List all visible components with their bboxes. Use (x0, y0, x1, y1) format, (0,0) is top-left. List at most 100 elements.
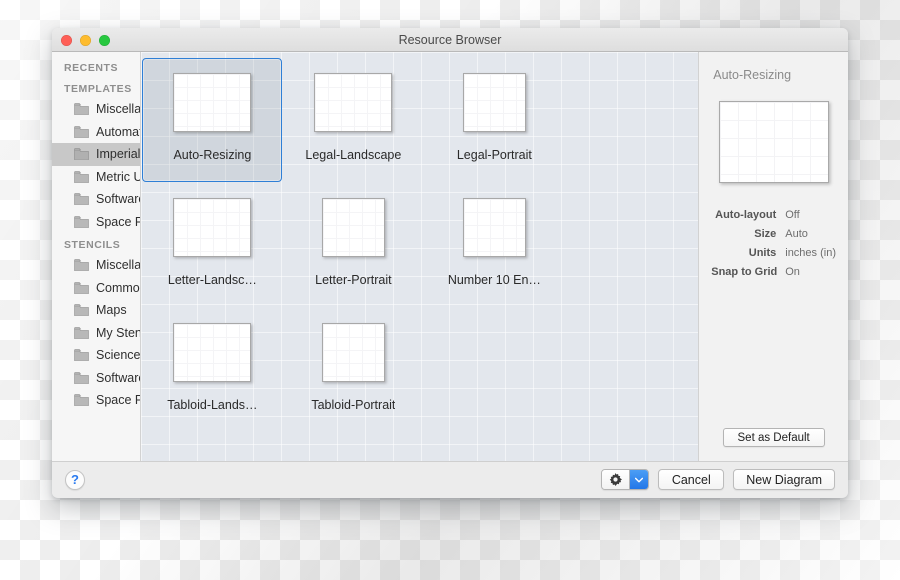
template-label: Letter-Portrait (315, 273, 391, 287)
folder-icon (74, 304, 89, 316)
template-item-auto-resizing[interactable]: Auto-Resizing (142, 58, 282, 182)
sidebar-item-label: Common (96, 281, 141, 295)
set-default-wrap: Set as Default (699, 428, 848, 447)
sidebar-group-templates: TEMPLATES Miscellaneous Automatic Layout… (52, 83, 140, 233)
template-label: Tabloid-Portrait (311, 398, 395, 412)
sidebar-item-my-stencils[interactable]: My Stencils (52, 322, 140, 345)
folder-icon (74, 216, 89, 228)
window-title: Resource Browser (52, 28, 848, 52)
template-label: Auto-Resizing (173, 148, 251, 162)
template-thumbnail (463, 198, 526, 257)
set-as-default-button[interactable]: Set as Default (723, 428, 825, 447)
folder-icon (74, 394, 89, 406)
sidebar-item-software[interactable]: Software (52, 367, 140, 390)
sidebar-item-label: Automatic Layout (96, 125, 141, 139)
template-thumbnail (463, 73, 526, 132)
dialog-footer: ? Cancel New Diagram (52, 461, 848, 497)
template-thumbnail (173, 198, 251, 257)
template-item-number-10-envelope[interactable]: Number 10 En… (424, 183, 564, 307)
sidebar-item-science[interactable]: Science (52, 344, 140, 367)
window-body: RECENTS TEMPLATES Miscellaneous Automati… (52, 52, 848, 461)
sidebar-group-stencils: STENCILS Miscellaneous Common Maps My St… (52, 239, 140, 412)
sidebar-item-space-planning-templates[interactable]: Space Planning (52, 211, 140, 234)
folder-icon (74, 171, 89, 183)
folder-icon (74, 126, 89, 138)
sidebar-item-label: Science (96, 348, 140, 362)
sidebar-item-common[interactable]: Common (52, 277, 140, 300)
action-menu-button[interactable] (601, 469, 649, 490)
close-button[interactable] (61, 35, 72, 46)
inspector-preview-thumbnail (719, 101, 829, 183)
property-key: Size (711, 228, 785, 240)
template-item-letter-landscape[interactable]: Letter-Landsc… (142, 183, 282, 307)
template-grid: Auto-Resizing Legal-Landscape Legal-Port… (141, 57, 698, 432)
template-thumbnail (314, 73, 392, 132)
inspector-panel: Auto-Resizing Auto-layout Off Size Auto … (698, 52, 848, 461)
sidebar-item-label: My Stencils (96, 326, 141, 340)
template-thumbnail (173, 323, 251, 382)
template-label: Number 10 En… (448, 273, 541, 287)
sidebar-item-label: Maps (96, 303, 127, 317)
property-key: Auto-layout (711, 209, 785, 221)
property-row-units: Units inches (in) (711, 247, 836, 259)
minimize-button[interactable] (80, 35, 91, 46)
traffic-lights (61, 35, 110, 46)
template-item-letter-portrait[interactable]: Letter-Portrait (283, 183, 423, 307)
sidebar[interactable]: RECENTS TEMPLATES Miscellaneous Automati… (52, 52, 141, 461)
property-value: Off (785, 209, 799, 221)
sidebar-item-miscellaneous-stencils[interactable]: Miscellaneous (52, 254, 140, 277)
template-label: Legal-Portrait (457, 148, 532, 162)
sidebar-item-label: Imperial Units (96, 147, 141, 161)
property-row-auto-layout: Auto-layout Off (711, 209, 836, 221)
inspector-properties: Auto-layout Off Size Auto Units inches (… (711, 209, 836, 278)
template-label: Legal-Landscape (305, 148, 401, 162)
sidebar-item-software-design[interactable]: Software Design (52, 188, 140, 211)
footer-button-row: Cancel New Diagram (601, 469, 835, 490)
window-titlebar[interactable]: Resource Browser (52, 28, 848, 52)
sidebar-item-maps[interactable]: Maps (52, 299, 140, 322)
inspector-title: Auto-Resizing (711, 68, 836, 82)
sidebar-item-space-planning-stencils[interactable]: Space Planning (52, 389, 140, 412)
zoom-button[interactable] (99, 35, 110, 46)
template-item-legal-portrait[interactable]: Legal-Portrait (424, 58, 564, 182)
new-diagram-button[interactable]: New Diagram (733, 469, 835, 490)
folder-icon (74, 193, 89, 205)
template-thumbnail (322, 198, 385, 257)
template-item-legal-landscape[interactable]: Legal-Landscape (283, 58, 423, 182)
cancel-button[interactable]: Cancel (658, 469, 724, 490)
sidebar-item-automatic-layout[interactable]: Automatic Layout (52, 121, 140, 144)
folder-icon (74, 282, 89, 294)
property-value: inches (in) (785, 247, 836, 259)
sidebar-item-miscellaneous-templates[interactable]: Miscellaneous (52, 98, 140, 121)
folder-icon (74, 372, 89, 384)
template-thumbnail (173, 73, 251, 132)
sidebar-item-imperial-units[interactable]: Imperial Units (52, 143, 140, 166)
folder-icon (74, 148, 89, 160)
property-key: Snap to Grid (711, 266, 785, 278)
sidebar-header-templates: TEMPLATES (52, 83, 140, 98)
sidebar-header-stencils: STENCILS (52, 239, 140, 254)
sidebar-item-label: Space Planning (96, 393, 141, 407)
chevron-down-icon[interactable] (629, 470, 648, 489)
template-item-tabloid-landscape[interactable]: Tabloid-Lands… (142, 308, 282, 432)
resource-browser-window: Resource Browser RECENTS TEMPLATES Misce… (52, 28, 848, 498)
sidebar-item-label: Space Planning (96, 215, 141, 229)
folder-icon (74, 103, 89, 115)
property-value: On (785, 266, 800, 278)
template-label: Letter-Landsc… (168, 273, 257, 287)
template-label: Tabloid-Lands… (167, 398, 257, 412)
sidebar-group-recents: RECENTS (52, 62, 140, 77)
sidebar-header-recents: RECENTS (52, 62, 140, 77)
property-key: Units (711, 247, 785, 259)
property-row-snap-to-grid: Snap to Grid On (711, 266, 836, 278)
help-button[interactable]: ? (65, 470, 85, 490)
sidebar-item-label: Metric Units (96, 170, 141, 184)
template-browser-pane: Auto-Resizing Legal-Landscape Legal-Port… (141, 52, 698, 461)
sidebar-item-metric-units[interactable]: Metric Units (52, 166, 140, 189)
gear-icon[interactable] (602, 470, 629, 489)
template-thumbnail (322, 323, 385, 382)
sidebar-item-label: Software Design (96, 192, 141, 206)
sidebar-item-label: Miscellaneous (96, 102, 141, 116)
property-row-size: Size Auto (711, 228, 836, 240)
template-item-tabloid-portrait[interactable]: Tabloid-Portrait (283, 308, 423, 432)
